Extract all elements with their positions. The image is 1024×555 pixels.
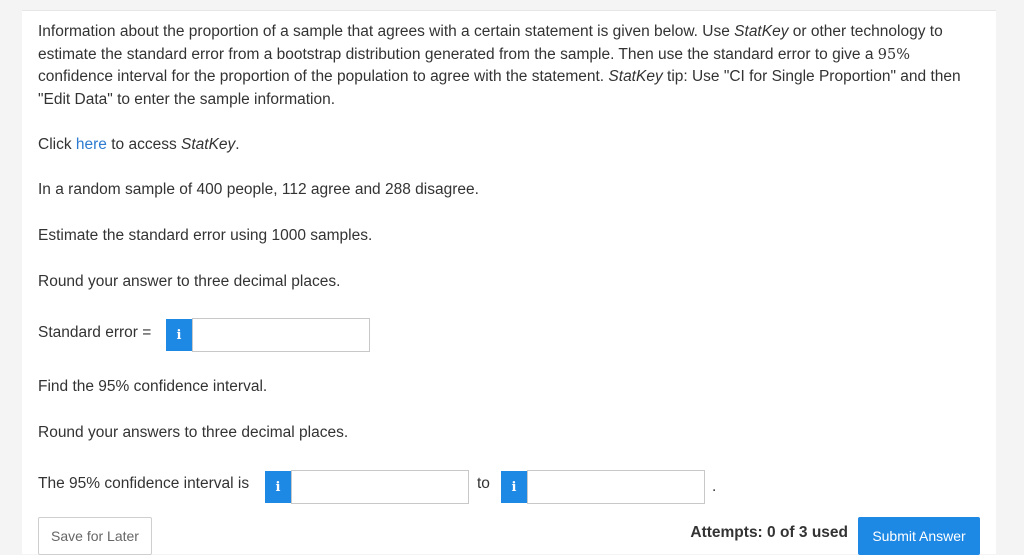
ci-lower-input[interactable] (291, 470, 469, 504)
ci-upper-input[interactable] (527, 470, 705, 504)
click-end: . (235, 136, 240, 153)
ci-end-period: . (712, 478, 717, 495)
click-statkey: StatKey (181, 136, 236, 153)
access-statkey-line: Click here to access StatKey. (38, 134, 240, 157)
statkey-link[interactable]: here (76, 136, 107, 153)
tip-statkey: StatKey (608, 68, 663, 85)
ci-label: The 95% confidence interval is (38, 475, 250, 492)
round-instruction-1: Round your answer to three decimal place… (38, 273, 341, 290)
find-ci-instruction: Find the 95% confidence interval. (38, 378, 268, 395)
click-suffix: to access (106, 136, 182, 153)
intro-percent: 95% (877, 46, 910, 63)
intro-text-3: confidence interval for the proportion o… (38, 68, 609, 85)
standard-error-label: Standard error = (38, 324, 152, 341)
info-icon[interactable]: i (265, 471, 291, 503)
submit-answer-button[interactable]: Submit Answer (858, 517, 980, 555)
panel-divider (22, 10, 996, 11)
question-intro: Information about the proportion of a sa… (38, 21, 978, 111)
info-icon[interactable]: i (501, 471, 527, 503)
sample-info: In a random sample of 400 people, 112 ag… (38, 181, 479, 198)
intro-text-1: Information about the proportion of a sa… (38, 23, 735, 40)
estimate-se-instruction: Estimate the standard error using 1000 s… (38, 227, 373, 244)
save-for-later-button[interactable]: Save for Later (38, 517, 152, 555)
attempts-counter: Attempts: 0 of 3 used (690, 524, 848, 541)
click-prefix: Click (38, 136, 76, 153)
ci-to-label: to (477, 475, 490, 492)
info-icon[interactable]: i (166, 319, 192, 351)
intro-statkey: StatKey (734, 23, 789, 40)
standard-error-input[interactable] (192, 318, 370, 352)
round-instruction-2: Round your answers to three decimal plac… (38, 424, 349, 441)
